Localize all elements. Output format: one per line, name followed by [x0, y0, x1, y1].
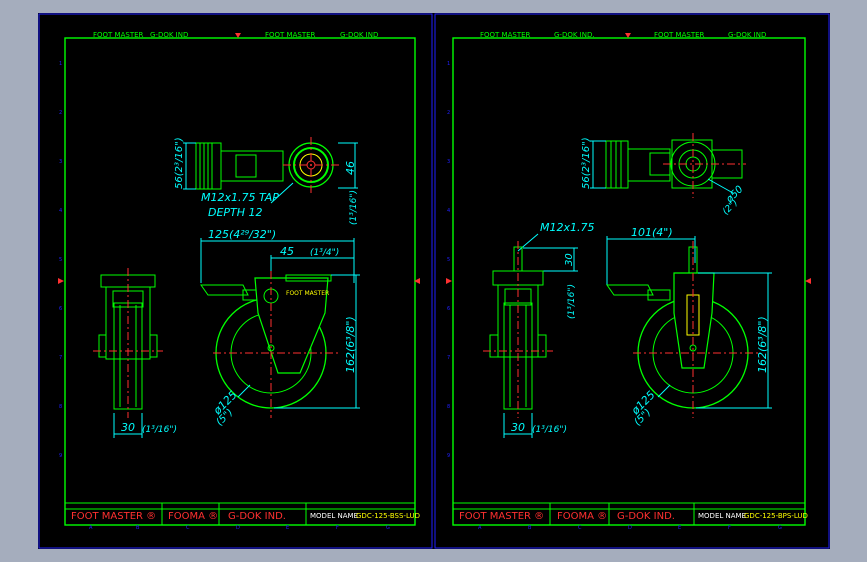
right-side-marker-r — [805, 278, 811, 284]
right-header-gdok: G-DOK IND. — [554, 31, 595, 39]
right-header-gdok-2: G-DOK IND — [728, 31, 766, 39]
right-col-B: B — [528, 525, 532, 531]
right-row-7: 7 — [447, 355, 450, 361]
right-col-G: G — [778, 525, 782, 531]
right-row-2: 2 — [447, 110, 450, 116]
right-header-foot-master: FOOT MASTER — [480, 31, 531, 39]
right-top-marker — [625, 33, 631, 38]
r-dim-101: 101(4") — [631, 226, 673, 239]
right-col-D: D — [628, 525, 632, 531]
right-front-view — [483, 241, 553, 418]
left-row-3: 3 — [59, 159, 62, 165]
r-tb-model-name: GDC-125-BPS-LUD — [744, 512, 808, 520]
left-row-9: 9 — [59, 453, 62, 459]
r-tb-gdok: G-DOK IND. — [617, 511, 675, 522]
cad-drawing: FOOT MASTER G-DOK IND FOOT MASTER G-DOK … — [38, 13, 830, 549]
left-row-6: 6 — [59, 306, 62, 312]
dim-30: 30 — [121, 421, 135, 434]
r-dim-30: 30 — [511, 421, 525, 434]
dim-56: 56(2³/16") — [174, 137, 185, 189]
r-dim-thread: M12x1.75 — [540, 221, 595, 234]
left-col-G: G — [386, 525, 390, 531]
right-side-marker — [446, 278, 452, 284]
left-row-1: 1 — [59, 61, 62, 67]
left-col-B: B — [136, 525, 140, 531]
left-col-E: E — [286, 525, 289, 531]
right-frame — [452, 37, 806, 526]
r-dim-162: 162(6³/8") — [756, 316, 769, 373]
left-front-view — [93, 268, 163, 418]
right-row-5: 5 — [447, 257, 450, 263]
left-row-8: 8 — [59, 404, 62, 410]
drawing-viewport[interactable]: FOOT MASTER G-DOK IND FOOT MASTER G-DOK … — [38, 13, 830, 549]
dim-45: 45 — [280, 245, 294, 258]
left-col-C: C — [186, 525, 190, 531]
left-header-foot-master: FOOT MASTER — [93, 31, 144, 39]
right-row-6: 6 — [447, 306, 450, 312]
right-col-A: A — [478, 525, 482, 531]
r-dim-30-inch: (1³/16") — [532, 425, 567, 435]
left-header-gdok: G-DOK IND — [150, 31, 188, 39]
left-row-5: 5 — [59, 257, 62, 263]
right-side-view — [606, 241, 758, 418]
right-row-4: 4 — [447, 208, 450, 214]
right-sheet: FOOT MASTER G-DOK IND. FOOT MASTER G-DOK… — [446, 31, 811, 531]
dim-30-inch: (1³/16") — [142, 425, 177, 435]
right-col-F: F — [728, 525, 731, 531]
tb-fooma: FOOMA ® — [168, 511, 218, 522]
dim-46-inch: (1³/16") — [349, 190, 359, 225]
right-top-view — [590, 133, 746, 198]
tb-foot-master: FOOT MASTER ® — [71, 511, 156, 522]
left-title-block: FOOT MASTER ® FOOMA ® G-DOK IND. MODEL N… — [65, 502, 420, 525]
left-row-2: 2 — [59, 110, 62, 116]
left-sheet: FOOT MASTER G-DOK IND FOOT MASTER G-DOK … — [58, 31, 420, 531]
right-row-1: 1 — [447, 61, 450, 67]
right-title-block: FOOT MASTER ® FOOMA ® G-DOK IND. MODEL N… — [453, 502, 808, 525]
r-dim-56: 56(2³/16") — [581, 137, 592, 189]
left-col-F: F — [336, 525, 339, 531]
tb-model-label: MODEL NAME — [310, 512, 358, 520]
right-col-E: E — [678, 525, 681, 531]
r-dim-30v-in: (1³/16") — [567, 284, 577, 319]
tb-model-name: GDC-125-BSS-LUD — [356, 512, 420, 520]
left-row-7: 7 — [59, 355, 62, 361]
r-dim-30v: 30 — [564, 253, 575, 266]
r-tb-fooma: FOOMA ® — [557, 511, 607, 522]
left-frame — [64, 37, 416, 526]
left-header-foot-master-2: FOOT MASTER — [265, 31, 316, 39]
r-dim-dia50-in: (2") — [721, 198, 740, 217]
right-row-8: 8 — [447, 404, 450, 410]
dim-45-inch: (1³/4") — [310, 248, 339, 258]
right-header-foot-master-2: FOOT MASTER — [654, 31, 705, 39]
r-tb-foot-master: FOOT MASTER ® — [459, 511, 544, 522]
dim-depth: DEPTH 12 — [208, 206, 263, 219]
r-tb-model-label: MODEL NAME — [698, 512, 746, 520]
left-side-marker — [58, 278, 64, 284]
right-row-3: 3 — [447, 159, 450, 165]
left-col-A: A — [89, 525, 93, 531]
left-row-4: 4 — [59, 208, 62, 214]
right-sheet-border — [434, 13, 830, 549]
left-sheet-border — [38, 13, 433, 549]
dim-162: 162(6³/8") — [344, 316, 357, 373]
left-top-marker — [235, 33, 241, 38]
left-header-gdok-2: G-DOK IND — [340, 31, 378, 39]
dim-46: 46 — [344, 161, 357, 175]
tb-gdok: G-DOK IND. — [228, 511, 286, 522]
left-col-D: D — [236, 525, 240, 531]
right-row-9: 9 — [447, 453, 450, 459]
body-label: FOOT MASTER — [286, 290, 329, 297]
dim-125: 125(4²⁹/32") — [208, 228, 276, 241]
right-col-C: C — [578, 525, 582, 531]
dim-tap: M12x1.75 TAP — [201, 191, 279, 204]
